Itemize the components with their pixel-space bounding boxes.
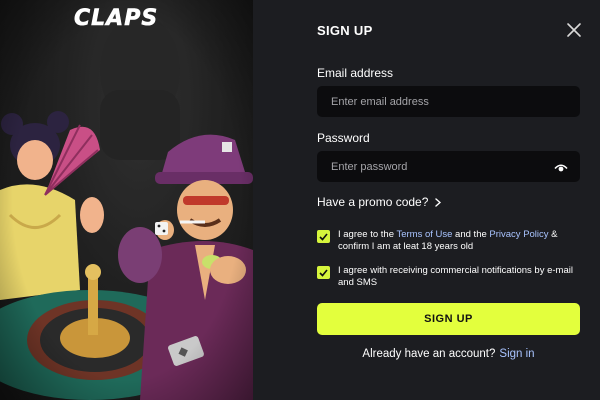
close-button[interactable] bbox=[566, 22, 582, 38]
signup-form: SIGN UP Email address Password Have a pr… bbox=[253, 0, 600, 400]
terms-middle: and the bbox=[452, 229, 490, 240]
casino-artwork bbox=[0, 0, 253, 400]
eye-icon bbox=[554, 164, 568, 172]
check-icon bbox=[319, 232, 328, 241]
casino-illustration: CLAPS bbox=[0, 0, 253, 400]
signup-modal: CLAPS SIGN UP Email address Password Hav… bbox=[0, 0, 600, 400]
brand-logo[interactable]: CLAPS bbox=[74, 6, 158, 32]
sign-in-link[interactable]: Sign in bbox=[499, 348, 534, 360]
close-icon bbox=[567, 23, 581, 37]
password-field[interactable] bbox=[317, 151, 580, 182]
terms-text: I agree to the Terms of Use and the Priv… bbox=[338, 229, 583, 253]
password-field-wrapper bbox=[317, 151, 580, 182]
email-label: Email address bbox=[317, 66, 394, 80]
chevron-right-icon bbox=[435, 197, 442, 207]
toggle-password-visibility-button[interactable] bbox=[554, 161, 568, 172]
notifications-checkbox[interactable] bbox=[317, 266, 330, 279]
notifications-text: I agree with receiving commercial notifi… bbox=[338, 265, 573, 288]
terms-of-use-link[interactable]: Terms of Use bbox=[396, 229, 452, 240]
signin-prompt: Already have an account? Sign in bbox=[317, 348, 580, 360]
terms-prefix: I agree to the bbox=[338, 229, 397, 240]
terms-consent-row: I agree to the Terms of Use and the Priv… bbox=[317, 229, 583, 253]
email-field-wrapper bbox=[317, 86, 580, 117]
password-label: Password bbox=[317, 131, 370, 145]
form-title: SIGN UP bbox=[317, 23, 373, 38]
terms-checkbox[interactable] bbox=[317, 230, 330, 243]
promo-code-toggle[interactable]: Have a promo code? bbox=[317, 195, 442, 209]
signin-prompt-text: Already have an account? bbox=[362, 348, 496, 360]
notifications-consent-row: I agree with receiving commercial notifi… bbox=[317, 265, 583, 289]
sign-up-button[interactable]: SIGN UP bbox=[317, 303, 580, 335]
promo-code-label: Have a promo code? bbox=[317, 195, 429, 209]
check-icon bbox=[319, 268, 328, 277]
privacy-policy-link[interactable]: Privacy Policy bbox=[489, 229, 548, 240]
email-field[interactable] bbox=[317, 86, 580, 117]
